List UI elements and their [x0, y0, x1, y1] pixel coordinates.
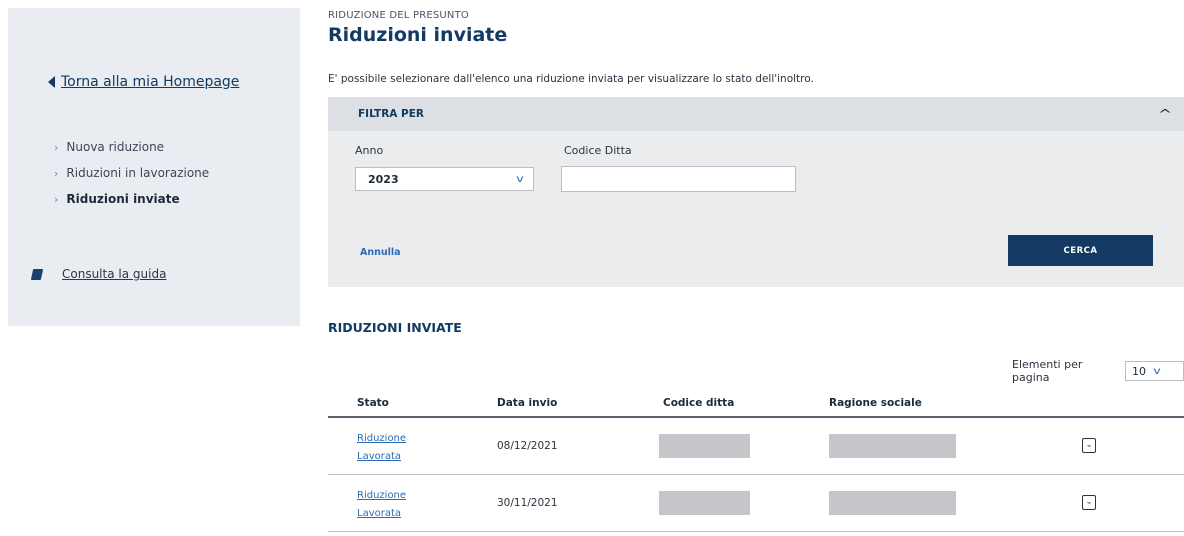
column-header-data-invio: Data invio	[497, 397, 558, 409]
table-row: Riduzione Lavorata 08/12/2021 ⌁	[328, 418, 1184, 475]
chevron-up-icon[interactable]: ^	[1158, 107, 1172, 121]
sidebar-item-nuova-riduzione[interactable]: › Nuova riduzione	[54, 134, 209, 160]
per-page-value: 10	[1131, 364, 1146, 378]
stato-link[interactable]: Riduzione Lavorata	[357, 430, 427, 466]
redacted-codice-ditta	[659, 434, 750, 458]
sidebar-item-label: Nuova riduzione	[66, 140, 165, 154]
annulla-link[interactable]: Annulla	[360, 247, 401, 258]
stato-link[interactable]: Riduzione Lavorata	[357, 487, 427, 523]
data-invio-cell: 08/12/2021	[497, 440, 558, 452]
book-icon	[30, 268, 44, 280]
sidebar: Torna alla mia Homepage › Nuova riduzion…	[8, 8, 300, 326]
per-page-select[interactable]: 10 v	[1124, 361, 1184, 381]
filter-title: FILTRA PER	[358, 108, 425, 120]
per-page-label: Elementi per pagina	[1012, 358, 1083, 384]
caret-left-icon	[48, 76, 55, 88]
data-invio-cell: 30/11/2021	[497, 497, 558, 509]
back-to-homepage-link[interactable]: Torna alla mia Homepage	[48, 74, 239, 90]
sidebar-item-label: Riduzioni inviate	[66, 192, 180, 206]
per-page-control: Elementi per pagina 10 v	[1012, 358, 1184, 384]
guide-link[interactable]: Consulta la guida	[30, 267, 167, 281]
chevron-right-icon: ›	[54, 166, 59, 180]
guide-link-label: Consulta la guida	[62, 267, 167, 281]
codice-ditta-label: Codice Ditta	[564, 144, 632, 157]
sidebar-nav: › Nuova riduzione › Riduzioni in lavoraz…	[54, 134, 209, 212]
page-intro: E' possibile selezionare dall'elenco una…	[328, 73, 814, 85]
anno-select[interactable]: 2023 v	[355, 167, 534, 191]
cerca-button[interactable]: CERCA	[1008, 235, 1153, 266]
filter-header[interactable]: FILTRA PER ^	[328, 97, 1184, 131]
chevron-down-icon: v	[1153, 365, 1161, 377]
chevron-right-icon: ›	[54, 140, 59, 154]
column-header-ragione-sociale: Ragione sociale	[829, 397, 922, 409]
pdf-icon[interactable]: ⌁	[1082, 438, 1096, 453]
chevron-down-icon: v	[516, 173, 524, 185]
column-header-codice-ditta: Codice ditta	[663, 397, 735, 409]
sidebar-item-riduzioni-in-lavorazione[interactable]: › Riduzioni in lavorazione	[54, 160, 209, 186]
results-title: RIDUZIONI INVIATE	[328, 320, 462, 335]
table-header: Stato Data invio Codice ditta Ragione so…	[328, 388, 1184, 418]
pdf-icon[interactable]: ⌁	[1082, 495, 1096, 510]
column-header-stato: Stato	[357, 397, 389, 409]
sidebar-item-riduzioni-inviate[interactable]: › Riduzioni inviate	[54, 186, 209, 212]
page-title: Riduzioni inviate	[328, 24, 508, 46]
table-row: Riduzione Lavorata 30/11/2021 ⌁	[328, 475, 1184, 532]
anno-select-value: 2023	[368, 172, 399, 186]
results-table: Stato Data invio Codice ditta Ragione so…	[328, 388, 1184, 532]
anno-label: Anno	[355, 144, 384, 157]
page-eyebrow: RIDUZIONE DEL PRESUNTO	[328, 10, 469, 21]
back-link-label: Torna alla mia Homepage	[61, 74, 240, 90]
codice-ditta-input[interactable]	[561, 166, 796, 192]
filter-panel: FILTRA PER ^ Anno 2023 v Codice Ditta An…	[328, 97, 1184, 287]
chevron-right-icon: ›	[54, 192, 59, 206]
redacted-ragione-sociale	[829, 434, 956, 458]
redacted-ragione-sociale	[829, 491, 956, 515]
sidebar-item-label: Riduzioni in lavorazione	[66, 166, 210, 180]
redacted-codice-ditta	[659, 491, 750, 515]
